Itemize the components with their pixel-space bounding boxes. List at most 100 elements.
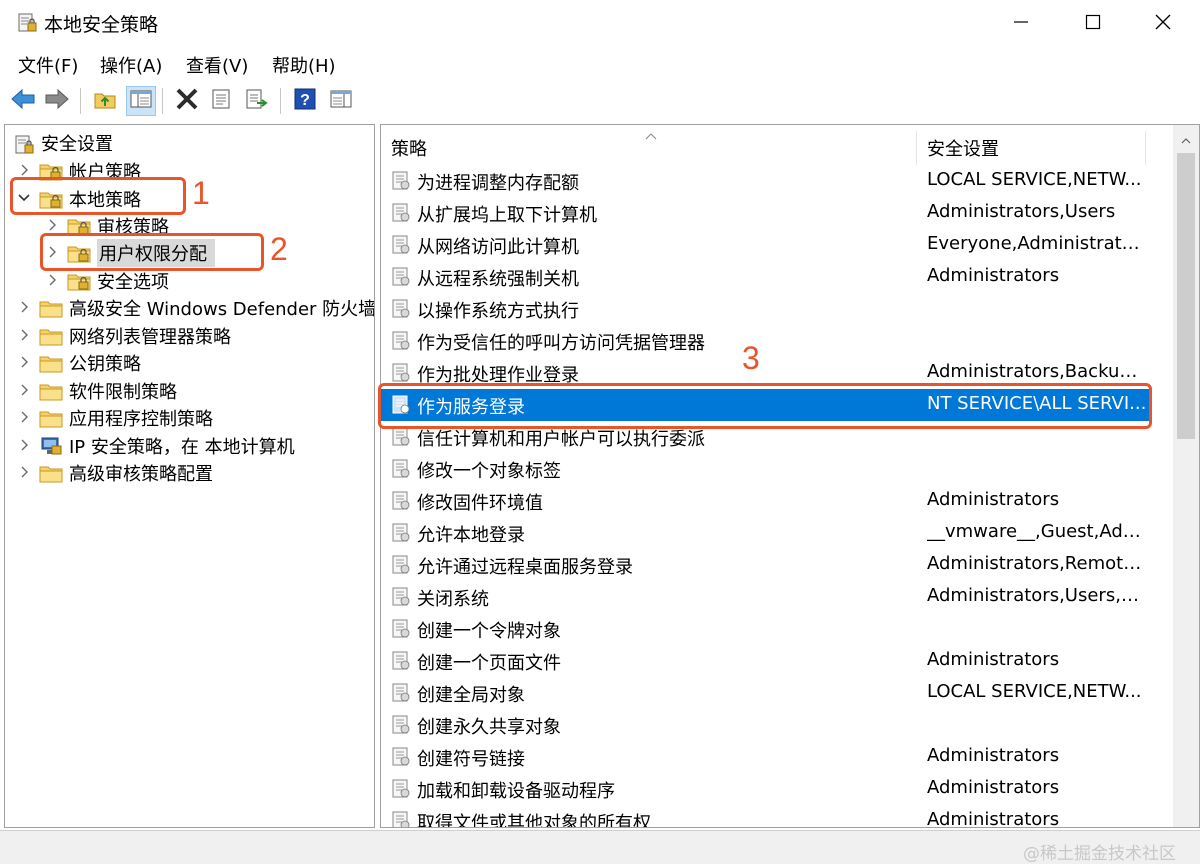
help-button[interactable]: ? bbox=[290, 86, 320, 116]
policy-row[interactable]: 创建永久共享对象 bbox=[381, 709, 1151, 741]
tree-item-security-options[interactable]: 安全选项 bbox=[49, 267, 169, 294]
policy-name: 创建符号链接 bbox=[417, 749, 525, 770]
delete-button[interactable] bbox=[172, 86, 202, 116]
chevron-right-icon[interactable] bbox=[17, 355, 31, 369]
chevron-right-icon[interactable] bbox=[17, 465, 31, 479]
vertical-scrollbar[interactable] bbox=[1173, 125, 1199, 827]
policy-icon bbox=[391, 491, 411, 511]
help-icon: ? bbox=[294, 88, 316, 114]
watermark: @稀土掘金技术社区 bbox=[1023, 844, 1176, 864]
chevron-right-icon[interactable] bbox=[45, 218, 59, 232]
policy-security-setting: Administrators bbox=[927, 777, 1060, 798]
tree-item-label: 应用程序控制策略 bbox=[69, 408, 213, 430]
tree-item-software-restriction-policies[interactable]: 软件限制策略 bbox=[21, 377, 177, 404]
forward-button[interactable] bbox=[42, 86, 72, 116]
view-button[interactable] bbox=[326, 86, 356, 116]
tree-item-label: 软件限制策略 bbox=[69, 381, 177, 403]
chevron-right-icon[interactable] bbox=[17, 328, 31, 342]
policy-row[interactable]: 取得文件或其他对象的所有权 Administrators bbox=[381, 805, 1151, 827]
policy-row[interactable]: 允许通过远程桌面服务登录 Administrators,Remote ... bbox=[381, 549, 1151, 581]
delete-icon bbox=[175, 87, 199, 115]
policy-row[interactable]: 从扩展坞上取下计算机 Administrators,Users bbox=[381, 197, 1151, 229]
column-header-security-setting[interactable]: 安全设置 bbox=[927, 129, 999, 167]
tree-item-advanced-audit-policy-configuration[interactable]: 高级审核策略配置 bbox=[21, 459, 213, 486]
policy-icon bbox=[391, 619, 411, 639]
status-bar: @稀土掘金技术社区 bbox=[0, 830, 1200, 864]
export-list-icon bbox=[245, 88, 269, 114]
tree-item-windows-defender-firewall[interactable]: 高级安全 Windows Defender 防火墙 bbox=[21, 294, 374, 321]
policy-security-setting: Administrators,Backup ... bbox=[927, 361, 1147, 382]
policy-row[interactable]: 修改一个对象标签 bbox=[381, 453, 1151, 485]
scroll-thumb[interactable] bbox=[1177, 153, 1195, 439]
policy-row[interactable]: 关闭系统 Administrators,Users,Ba... bbox=[381, 581, 1151, 613]
column-header-policy[interactable]: 策略 bbox=[391, 129, 427, 167]
tree-root-security-settings[interactable]: 安全设置 bbox=[15, 129, 113, 156]
annotation-number-1: 1 bbox=[192, 175, 210, 211]
tree-item-label: 网络列表管理器策略 bbox=[69, 326, 231, 348]
policy-row[interactable]: 从网络访问此计算机 Everyone,Administrator... bbox=[381, 229, 1151, 261]
chevron-right-icon[interactable] bbox=[17, 300, 31, 314]
policy-folder-icon bbox=[67, 271, 91, 291]
policy-security-setting: Everyone,Administrator... bbox=[927, 233, 1147, 254]
folder-icon bbox=[39, 326, 63, 346]
policy-row[interactable]: 创建符号链接 Administrators bbox=[381, 741, 1151, 773]
local-security-policy-window: 本地安全策略 文件(F) 操作(A) 查看(V) 帮助(H) ? 安全设置 帐户… bbox=[0, 0, 1200, 864]
show-hide-tree-button[interactable] bbox=[126, 86, 156, 116]
tree-item-application-control-policies[interactable]: 应用程序控制策略 bbox=[21, 404, 213, 431]
policy-name: 创建全局对象 bbox=[417, 685, 525, 706]
tree-pane: 安全设置 帐户策略 本地策略 审核策略 用户权限分配 安全选项 高级安全 Windows … bbox=[4, 124, 375, 828]
policy-name: 创建一个令牌对象 bbox=[417, 621, 561, 642]
scroll-up-button[interactable] bbox=[1173, 125, 1199, 151]
maximize-icon bbox=[1085, 14, 1101, 30]
policy-row[interactable]: 作为受信任的呼叫方访问凭据管理器 bbox=[381, 325, 1151, 357]
menu-action[interactable]: 操作(A) bbox=[100, 52, 162, 78]
policy-row[interactable]: 加载和卸载设备驱动程序 Administrators bbox=[381, 773, 1151, 805]
chevron-right-icon[interactable] bbox=[45, 273, 59, 287]
chevron-right-icon[interactable] bbox=[17, 163, 31, 177]
minimize-button[interactable] bbox=[986, 0, 1056, 44]
close-icon bbox=[1155, 14, 1171, 30]
up-one-level-button[interactable] bbox=[90, 86, 120, 116]
chevron-right-icon[interactable] bbox=[17, 410, 31, 424]
properties-icon bbox=[210, 88, 232, 114]
maximize-button[interactable] bbox=[1058, 0, 1128, 44]
close-button[interactable] bbox=[1128, 0, 1198, 44]
policy-row[interactable]: 允许本地登录 __vmware__,Guest,Adm... bbox=[381, 517, 1151, 549]
policy-icon bbox=[391, 715, 411, 735]
policy-row[interactable]: 创建一个令牌对象 bbox=[381, 613, 1151, 645]
policy-row[interactable]: 创建一个页面文件 Administrators bbox=[381, 645, 1151, 677]
annotation-box-3 bbox=[378, 383, 1152, 429]
back-button[interactable] bbox=[8, 86, 38, 116]
policy-icon bbox=[391, 299, 411, 319]
tree-item-label: IP 安全策略，在 本地计算机 bbox=[69, 436, 295, 458]
policy-name: 从远程系统强制关机 bbox=[417, 269, 579, 290]
policy-name: 从网络访问此计算机 bbox=[417, 237, 579, 258]
policy-row[interactable]: 修改固件环境值 Administrators bbox=[381, 485, 1151, 517]
policy-security-setting: Administrators bbox=[927, 649, 1060, 670]
policy-icon bbox=[391, 523, 411, 543]
window-title: 本地安全策略 bbox=[44, 14, 159, 36]
policy-row[interactable]: 为进程调整内存配额 LOCAL SERVICE,NETW... bbox=[381, 165, 1151, 197]
menu-view[interactable]: 查看(V) bbox=[186, 52, 248, 78]
app-icon bbox=[18, 11, 38, 33]
properties-button[interactable] bbox=[206, 86, 236, 116]
chevron-right-icon[interactable] bbox=[17, 383, 31, 397]
menu-file[interactable]: 文件(F) bbox=[18, 52, 78, 78]
tree-item-label: 安全设置 bbox=[41, 133, 113, 155]
policy-security-setting: LOCAL SERVICE,NETW... bbox=[927, 681, 1142, 702]
policy-security-setting: __vmware__,Guest,Adm... bbox=[927, 521, 1147, 542]
policy-row[interactable]: 以操作系统方式执行 bbox=[381, 293, 1151, 325]
policy-name: 从扩展坞上取下计算机 bbox=[417, 205, 597, 226]
policy-icon bbox=[391, 779, 411, 799]
menu-help[interactable]: 帮助(H) bbox=[272, 52, 336, 78]
tree-item-public-key-policies[interactable]: 公钥策略 bbox=[21, 349, 141, 376]
tree-item-ip-security-policies[interactable]: IP 安全策略，在 本地计算机 bbox=[21, 432, 295, 459]
export-list-button[interactable] bbox=[242, 86, 272, 116]
chevron-right-icon[interactable] bbox=[17, 438, 31, 452]
sort-indicator-icon bbox=[645, 125, 657, 144]
tree-item-network-list-manager-policies[interactable]: 网络列表管理器策略 bbox=[21, 322, 231, 349]
policy-icon bbox=[391, 683, 411, 703]
policy-row[interactable]: 从远程系统强制关机 Administrators bbox=[381, 261, 1151, 293]
policy-row[interactable]: 创建全局对象 LOCAL SERVICE,NETW... bbox=[381, 677, 1151, 709]
forward-arrow-icon bbox=[44, 88, 70, 114]
